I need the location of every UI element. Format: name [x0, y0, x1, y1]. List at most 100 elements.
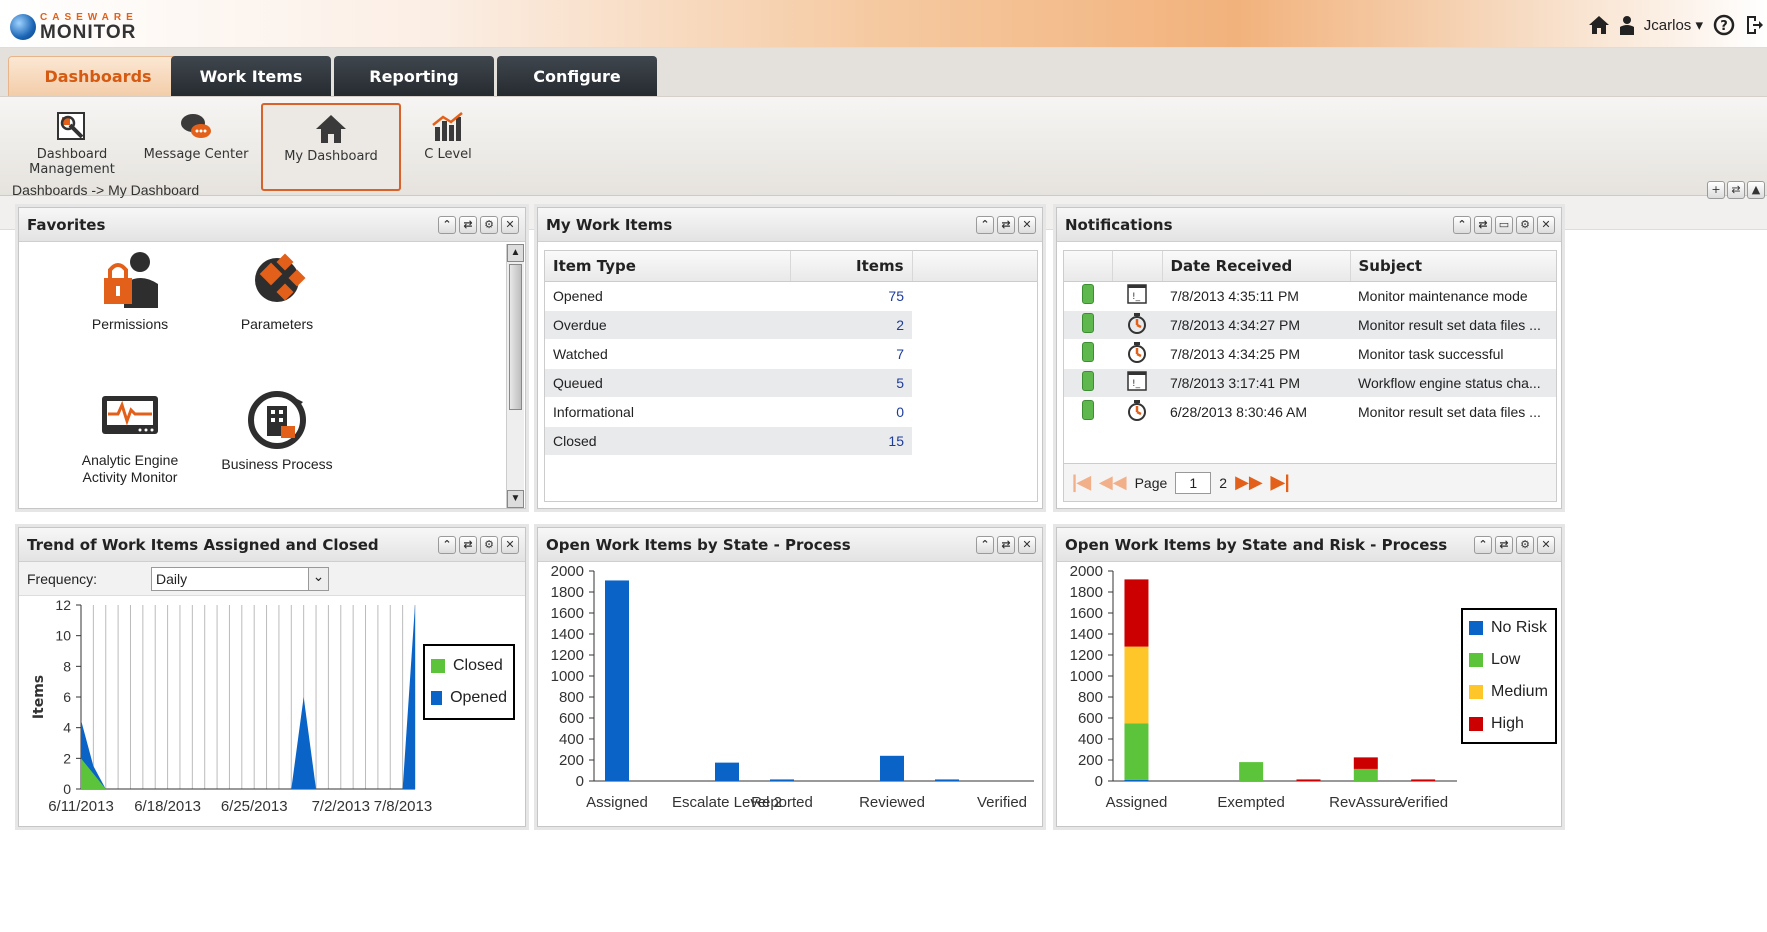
x-tick-label: RevAssure: [1329, 794, 1402, 811]
favorite-business-process[interactable]: Business Process: [202, 390, 352, 473]
table-row[interactable]: Closed 15: [545, 426, 1037, 456]
item-count[interactable]: 0: [790, 397, 912, 427]
table-row[interactable]: 6/28/2013 8:30:46 AM Monitor result set d…: [1064, 397, 1556, 427]
subject[interactable]: Monitor result set data files ...: [1350, 310, 1556, 340]
refresh-icon[interactable]: ⇄: [997, 536, 1015, 554]
close-icon[interactable]: ✕: [501, 536, 519, 554]
scroll-up-icon[interactable]: ▲: [507, 244, 524, 262]
refresh-icon[interactable]: ⇄: [1474, 216, 1492, 234]
app-logo[interactable]: CASEWARE MONITOR: [10, 12, 138, 42]
collapse-icon[interactable]: ⌃: [976, 536, 994, 554]
settings-icon[interactable]: ⚙: [1516, 536, 1534, 554]
collapse-icon[interactable]: ▲: [1747, 181, 1765, 199]
close-icon[interactable]: ✕: [1537, 216, 1555, 234]
panel-header: Open Work Items by State and Risk - Proc…: [1057, 528, 1561, 562]
collapse-icon[interactable]: ⌃: [976, 216, 994, 234]
table-row[interactable]: Opened 75: [545, 281, 1037, 311]
close-icon[interactable]: ✕: [1537, 536, 1555, 554]
logout-icon[interactable]: [1745, 14, 1763, 36]
first-page-icon[interactable]: |◀: [1072, 472, 1091, 493]
table-row[interactable]: !_ 7/8/2013 4:35:11 PM Monitor maintenance…: [1064, 281, 1556, 311]
col-item-type[interactable]: Item Type: [545, 251, 791, 282]
page-input[interactable]: 1: [1175, 471, 1212, 494]
x-tick-label: Assigned: [586, 794, 648, 811]
close-icon[interactable]: ✕: [501, 216, 519, 234]
item-count[interactable]: 5: [790, 368, 912, 398]
user-menu[interactable]: Jcarlos ▾: [1644, 16, 1703, 34]
panel-header: Favorites ⌃ ⇄ ⚙ ✕: [19, 208, 525, 242]
subject[interactable]: Monitor maintenance mode: [1350, 281, 1556, 311]
refresh-icon[interactable]: ⇄: [1495, 536, 1513, 554]
last-page-icon[interactable]: ▶|: [1271, 472, 1290, 493]
tab-reporting[interactable]: Reporting: [334, 56, 494, 96]
table-row[interactable]: Queued 5: [545, 368, 1037, 398]
tab-dashboards[interactable]: Dashboards: [8, 56, 188, 96]
subject[interactable]: Monitor result set data files ...: [1350, 397, 1556, 427]
table-row[interactable]: 7/8/2013 4:34:27 PM Monitor result set da…: [1064, 310, 1556, 340]
refresh-icon[interactable]: ⇄: [997, 216, 1015, 234]
frequency-select[interactable]: Daily ⌄: [151, 566, 329, 591]
chevron-down-icon[interactable]: ⌄: [308, 567, 328, 590]
work-items-panel: My Work Items ⌃ ⇄ ✕ Item Type Items Opened…: [537, 207, 1043, 509]
log-icon: !_: [1112, 368, 1162, 398]
table-row[interactable]: Overdue 2: [545, 310, 1037, 340]
table-row[interactable]: 7/8/2013 4:34:25 PM Monitor task successf…: [1064, 339, 1556, 369]
item-count[interactable]: 75: [790, 281, 912, 311]
top-banner: [0, 0, 1767, 48]
table-row[interactable]: Watched 7: [545, 339, 1037, 369]
trend-legend: Closed Opened: [423, 644, 515, 720]
collapse-icon[interactable]: ⌃: [438, 536, 456, 554]
legend-label: Closed: [453, 657, 503, 674]
favorite-parameters[interactable]: Parameters: [202, 250, 352, 333]
ribbon-toolbar: Dashboard Management Message Center My D…: [0, 96, 1767, 196]
close-icon[interactable]: ✕: [1018, 216, 1036, 234]
favorites-scrollbar[interactable]: ▲ ▼: [506, 244, 524, 508]
collapse-icon[interactable]: ⌃: [1453, 216, 1471, 234]
refresh-icon[interactable]: ⇄: [459, 216, 477, 234]
add-widget-icon[interactable]: +: [1707, 181, 1725, 199]
item-count[interactable]: 15: [790, 426, 912, 456]
prev-page-icon[interactable]: ◀◀: [1099, 472, 1127, 493]
panel-title: Trend of Work Items Assigned and Closed: [27, 535, 379, 554]
frequency-row: Frequency: Daily ⌄: [19, 562, 525, 596]
scroll-down-icon[interactable]: ▼: [507, 490, 524, 508]
item-count[interactable]: 2: [790, 310, 912, 340]
x-tick-label: Verified: [977, 794, 1027, 811]
close-icon[interactable]: ✕: [1018, 536, 1036, 554]
message-center-button[interactable]: Message Center: [126, 103, 266, 191]
help-icon[interactable]: ?: [1713, 14, 1735, 36]
y-tick-label: 1800: [551, 584, 584, 601]
col-date-received[interactable]: Date Received: [1162, 251, 1351, 282]
table-row[interactable]: !_ 7/8/2013 3:17:41 PM Workflow engine sta…: [1064, 368, 1556, 398]
panel-title: Open Work Items by State and Risk - Proc…: [1065, 535, 1448, 554]
settings-icon[interactable]: ⚙: [1516, 216, 1534, 234]
dashboard-management-button[interactable]: Dashboard Management: [2, 103, 142, 191]
scroll-thumb[interactable]: [509, 264, 522, 410]
tab-configure[interactable]: Configure: [497, 56, 657, 96]
notifications-grid: Date Received Subject !_ 7/8/2013 4:35:11…: [1063, 250, 1557, 502]
home-icon[interactable]: [1588, 15, 1610, 35]
y-tick-label: 1800: [1070, 584, 1103, 601]
settings-icon[interactable]: ⚙: [480, 216, 498, 234]
x-tick-label: 7/8/2013: [374, 798, 432, 815]
settings-icon[interactable]: ⚙: [480, 536, 498, 554]
message-center-icon: [181, 114, 211, 138]
table-row[interactable]: Informational 0: [545, 397, 1037, 427]
tab-work-items[interactable]: Work Items: [171, 56, 331, 96]
maximize-icon[interactable]: ▭: [1495, 216, 1513, 234]
panel-title: Open Work Items by State - Process: [546, 535, 851, 554]
favorite-permissions[interactable]: Permissions: [55, 250, 205, 333]
subject[interactable]: Workflow engine status cha...: [1350, 368, 1556, 398]
favorite-analytic-engine-activity-monitor[interactable]: Analytic Engine Activity Monitor: [55, 390, 205, 486]
item-type: Overdue: [545, 310, 790, 340]
subject[interactable]: Monitor task successful: [1350, 339, 1556, 369]
next-page-icon[interactable]: ▶▶: [1235, 472, 1263, 493]
refresh-icon[interactable]: ⇄: [1727, 181, 1745, 199]
collapse-icon[interactable]: ⌃: [1474, 536, 1492, 554]
item-count[interactable]: 7: [790, 339, 912, 369]
col-subject[interactable]: Subject: [1350, 251, 1556, 282]
col-items[interactable]: Items: [790, 251, 913, 282]
refresh-icon[interactable]: ⇄: [459, 536, 477, 554]
collapse-icon[interactable]: ⌃: [438, 216, 456, 234]
c-level-button[interactable]: C Level: [378, 103, 518, 191]
